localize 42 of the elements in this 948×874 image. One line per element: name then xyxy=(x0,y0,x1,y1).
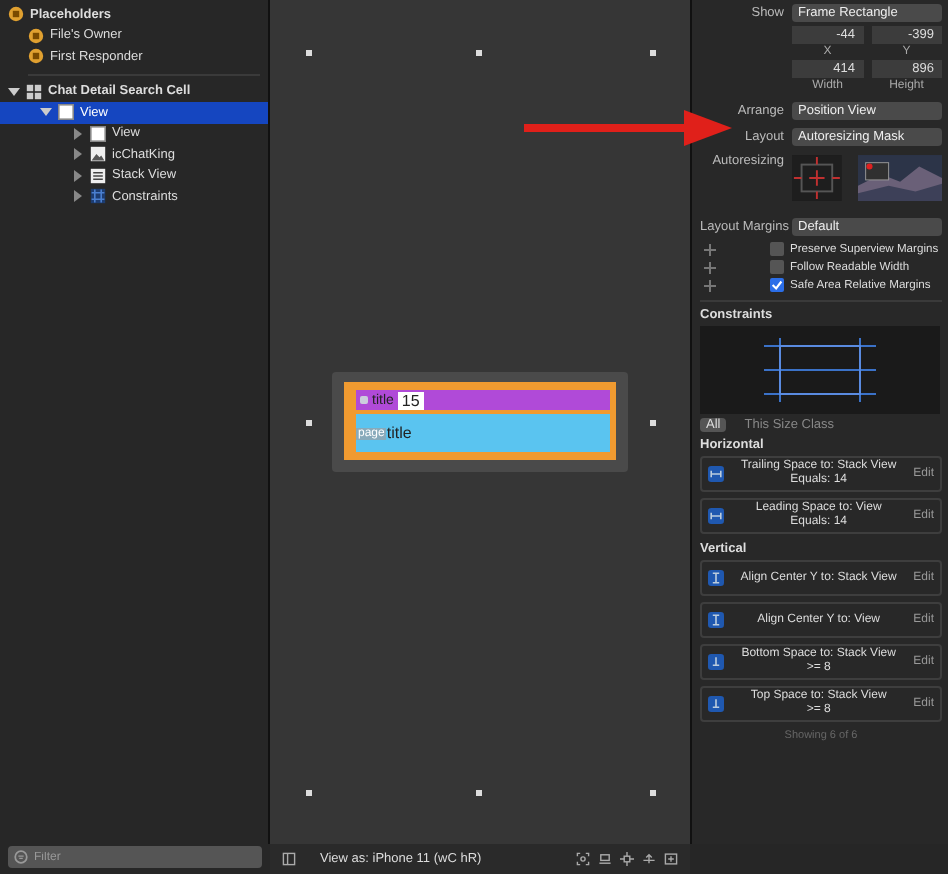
subtitle-label: title xyxy=(386,424,412,442)
resize-handle[interactable] xyxy=(650,790,656,796)
embed-icon[interactable] xyxy=(664,852,678,866)
resize-handle[interactable] xyxy=(306,50,312,56)
checkbox[interactable] xyxy=(770,278,784,292)
disclosure-triangle-icon[interactable] xyxy=(8,85,20,98)
resize-handle[interactable] xyxy=(650,420,656,426)
stack-icon xyxy=(90,167,106,184)
disclosure-triangle-icon[interactable] xyxy=(72,190,84,203)
horizontal-constraint-icon xyxy=(708,508,724,524)
cell-icon xyxy=(26,83,42,100)
disclosure-triangle-icon[interactable] xyxy=(40,106,52,119)
add-variation-icon[interactable] xyxy=(704,261,716,273)
baseline-constraint-icon xyxy=(708,696,724,712)
image-icon xyxy=(90,146,106,163)
checkbox[interactable] xyxy=(770,242,784,256)
count-label: 15 xyxy=(397,391,424,409)
resize-handle[interactable] xyxy=(306,420,312,426)
disclosure-triangle-icon[interactable] xyxy=(72,169,84,182)
sidebar-toggle-icon[interactable] xyxy=(282,852,296,866)
image-placeholder-icon xyxy=(360,396,368,404)
add-variation-icon[interactable] xyxy=(704,279,716,291)
disclosure-triangle-icon[interactable] xyxy=(72,148,84,161)
resize-handle[interactable] xyxy=(306,790,312,796)
vertical-constraint-icon xyxy=(708,612,724,628)
resize-handle[interactable] xyxy=(476,50,482,56)
baseline-constraint-icon xyxy=(708,654,724,670)
checkbox[interactable] xyxy=(770,260,784,274)
disclosure-triangle-icon[interactable] xyxy=(72,127,84,140)
add-variation-icon[interactable] xyxy=(704,243,716,255)
autoresizing-mask-drawing[interactable] xyxy=(792,154,842,202)
cube-icon xyxy=(28,27,44,44)
filter-icon xyxy=(14,850,28,864)
cube-icon xyxy=(8,6,24,23)
frame-icon[interactable] xyxy=(576,852,590,866)
resize-handle[interactable] xyxy=(476,790,482,796)
resize-handle[interactable] xyxy=(650,50,656,56)
cube-icon xyxy=(28,48,44,65)
horizontal-constraint-icon xyxy=(708,466,724,482)
constraints-icon xyxy=(90,188,106,205)
vertical-constraint-icon xyxy=(708,570,724,586)
pin-icon[interactable] xyxy=(620,852,634,866)
